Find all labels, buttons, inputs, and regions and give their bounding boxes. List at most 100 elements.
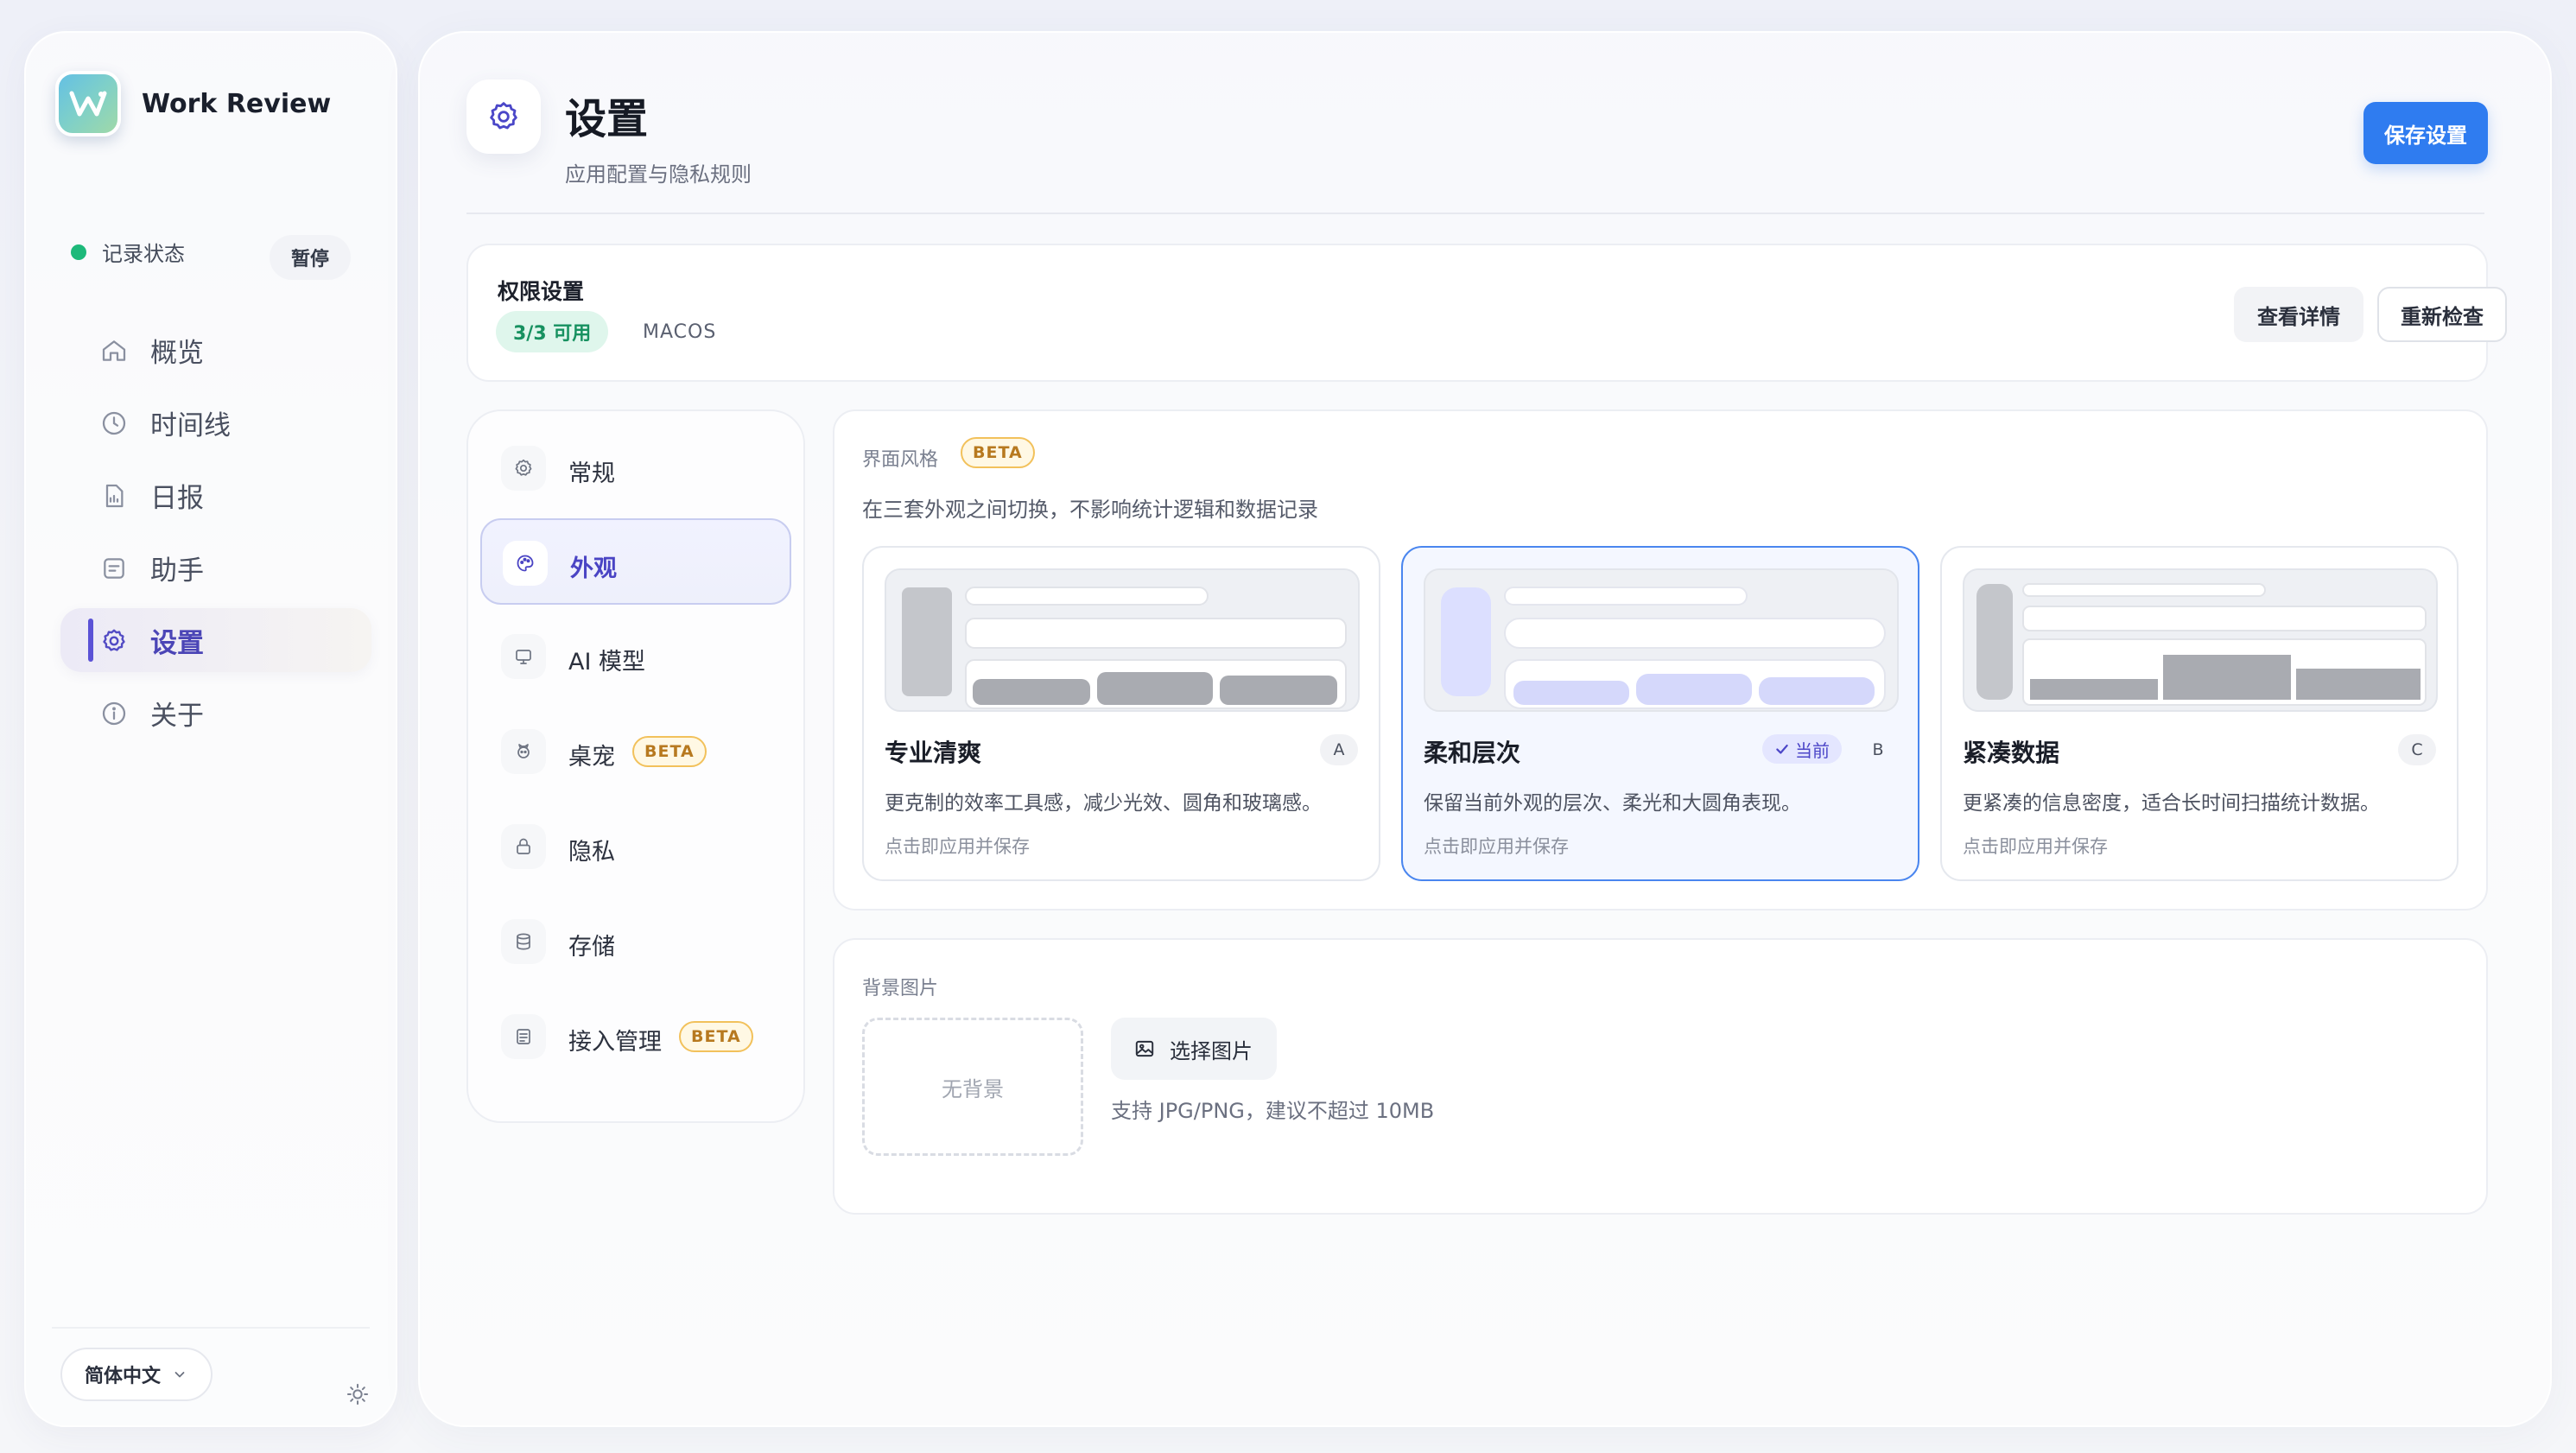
settings-tab-storage[interactable]: 存储: [480, 898, 791, 985]
clock-icon: [100, 409, 128, 437]
settings-tab-desktop-pet[interactable]: 桌宠 BETA: [480, 708, 791, 795]
no-background-tile[interactable]: 无背景: [862, 1018, 1083, 1156]
theme-option-soft-layers[interactable]: 柔和层次 当前 B 保留当前外观的层次、柔光和大圆角表现。 点击即应用并保存: [1401, 546, 1919, 881]
main-panel: 设置 应用配置与隐私规则 保存设置 权限设置 3/3 可用 MACOS 查看详情…: [418, 31, 2552, 1427]
section-label: 背景图片: [862, 978, 939, 999]
page-subtitle: 应用配置与隐私规则: [565, 162, 752, 187]
language-select[interactable]: 简体中文: [60, 1348, 213, 1401]
nav-item-overview[interactable]: 概览: [60, 318, 371, 382]
theme-option-hint: 点击即应用并保存: [1424, 836, 1569, 857]
nav-label: 助手: [150, 555, 204, 587]
nav-item-assistant[interactable]: 助手: [60, 536, 371, 600]
choose-image-button[interactable]: 选择图片: [1111, 1018, 1277, 1080]
header-divider: [466, 213, 2484, 214]
theme-option-description: 更克制的效率工具感，减少光效、圆角和玻璃感。: [885, 792, 1322, 815]
beta-badge: BETA: [961, 437, 1035, 468]
settings-tab-general[interactable]: 常规: [480, 425, 791, 511]
permission-os-label: MACOS: [643, 321, 717, 343]
permission-status-badge: 3/3 可用: [496, 311, 609, 352]
beta-badge: BETA: [679, 1021, 753, 1052]
settings-tab-integrations[interactable]: 接入管理 BETA: [480, 993, 791, 1080]
settings-tab-label: 接入管理: [568, 1029, 662, 1056]
recheck-button[interactable]: 重新检查: [2377, 287, 2507, 342]
chevron-down-icon: [173, 1367, 187, 1381]
sidebar: Work Review 记录状态 暂停 概览 时间线 日报 助手 设置 关于 简…: [24, 31, 397, 1427]
app-logo: [55, 71, 121, 136]
report-icon: [100, 482, 128, 510]
theme-preview: [885, 568, 1360, 712]
pet-icon: [501, 729, 546, 774]
section-description: 在三套外观之间切换，不影响统计逻辑和数据记录: [862, 498, 1318, 522]
theme-option-letter: A: [1320, 734, 1358, 765]
nav-item-settings[interactable]: 设置: [60, 608, 371, 672]
info-icon: [100, 700, 128, 727]
choose-image-label: 选择图片: [1170, 1038, 1253, 1063]
no-background-label: 无背景: [942, 1076, 1004, 1101]
theme-option-hint: 点击即应用并保存: [885, 836, 1030, 857]
nav-label: 概览: [150, 337, 204, 369]
section-label: 界面风格: [862, 449, 939, 471]
pause-button[interactable]: 暂停: [270, 235, 351, 280]
app-name: Work Review: [142, 88, 332, 119]
logo-w-icon: [69, 91, 107, 117]
interface-style-card: 界面风格 BETA 在三套外观之间切换，不影响统计逻辑和数据记录 专业清爽 A …: [833, 409, 2488, 911]
theme-option-hint: 点击即应用并保存: [1963, 836, 2108, 857]
sun-icon[interactable]: [346, 1382, 370, 1406]
theme-option-description: 更紧凑的信息密度，适合长时间扫描统计数据。: [1963, 792, 2380, 815]
theme-option-name: 紧凑数据: [1963, 739, 2060, 767]
theme-option-letter: C: [2398, 734, 2436, 765]
home-icon: [100, 337, 128, 365]
language-value: 简体中文: [85, 1366, 162, 1387]
nav-item-daily-report[interactable]: 日报: [60, 463, 371, 527]
gear-icon: [100, 627, 128, 655]
assistant-icon: [100, 555, 128, 582]
gear-icon: [490, 102, 517, 130]
theme-option-name: 柔和层次: [1424, 739, 1521, 767]
check-icon: [1776, 744, 1788, 754]
main-nav: 概览 时间线 日报 助手 设置 关于: [60, 318, 371, 753]
settings-tab-label: 存储: [568, 934, 615, 961]
current-label: 当前: [1795, 739, 1830, 761]
theme-preview: [1963, 568, 2438, 712]
settings-tab-label: 隐私: [568, 839, 615, 866]
nav-label: 日报: [150, 482, 204, 514]
beta-badge: BETA: [632, 736, 707, 767]
database-icon: [501, 919, 546, 964]
lock-icon: [501, 824, 546, 869]
header-gear-icon: [466, 79, 541, 154]
current-badge: 当前: [1762, 734, 1842, 764]
settings-tab-appearance[interactable]: 外观: [480, 518, 791, 605]
settings-tab-label: 常规: [568, 460, 615, 487]
view-details-button[interactable]: 查看详情: [2234, 287, 2363, 342]
nav-item-about[interactable]: 关于: [60, 681, 371, 745]
record-status: 记录状态: [71, 237, 185, 267]
theme-preview: [1424, 568, 1899, 712]
settings-tab-privacy[interactable]: 隐私: [480, 803, 791, 890]
permission-card: 权限设置 3/3 可用 MACOS 查看详情 重新检查: [466, 244, 2507, 382]
settings-tab-ai-model[interactable]: AI 模型: [480, 613, 791, 700]
nav-label: 关于: [150, 700, 204, 732]
status-dot: [71, 244, 86, 260]
page-title: 设置: [565, 95, 649, 143]
theme-option-compact-data[interactable]: 紧凑数据 C 更紧凑的信息密度，适合长时间扫描统计数据。 点击即应用并保存: [1940, 546, 2459, 881]
palette-icon: [503, 541, 548, 586]
record-status-label: 记录状态: [102, 242, 185, 266]
plugin-icon: [501, 1014, 546, 1059]
nav-item-timeline[interactable]: 时间线: [60, 390, 371, 454]
theme-option-professional[interactable]: 专业清爽 A 更克制的效率工具感，减少光效、圆角和玻璃感。 点击即应用并保存: [862, 546, 1380, 881]
monitor-icon: [501, 634, 546, 679]
theme-option-letter: B: [1872, 740, 1884, 759]
sidebar-divider: [52, 1327, 370, 1329]
permission-title: 权限设置: [498, 279, 585, 304]
gear-icon: [501, 446, 546, 491]
settings-tab-label: 外观: [570, 555, 617, 582]
nav-label: 设置: [150, 627, 204, 659]
background-hint: 支持 JPG/PNG，建议不超过 10MB: [1111, 1099, 1435, 1123]
background-image-card: 背景图片 无背景 选择图片 支持 JPG/PNG，建议不超过 10MB: [833, 938, 2488, 1215]
save-settings-button[interactable]: 保存设置: [2363, 102, 2488, 164]
settings-tab-label: AI 模型: [568, 649, 646, 676]
settings-tab-label: 桌宠: [568, 744, 615, 771]
theme-option-description: 保留当前外观的层次、柔光和大圆角表现。: [1424, 792, 1801, 815]
brand: Work Review: [55, 71, 331, 136]
nav-label: 时间线: [150, 409, 231, 441]
